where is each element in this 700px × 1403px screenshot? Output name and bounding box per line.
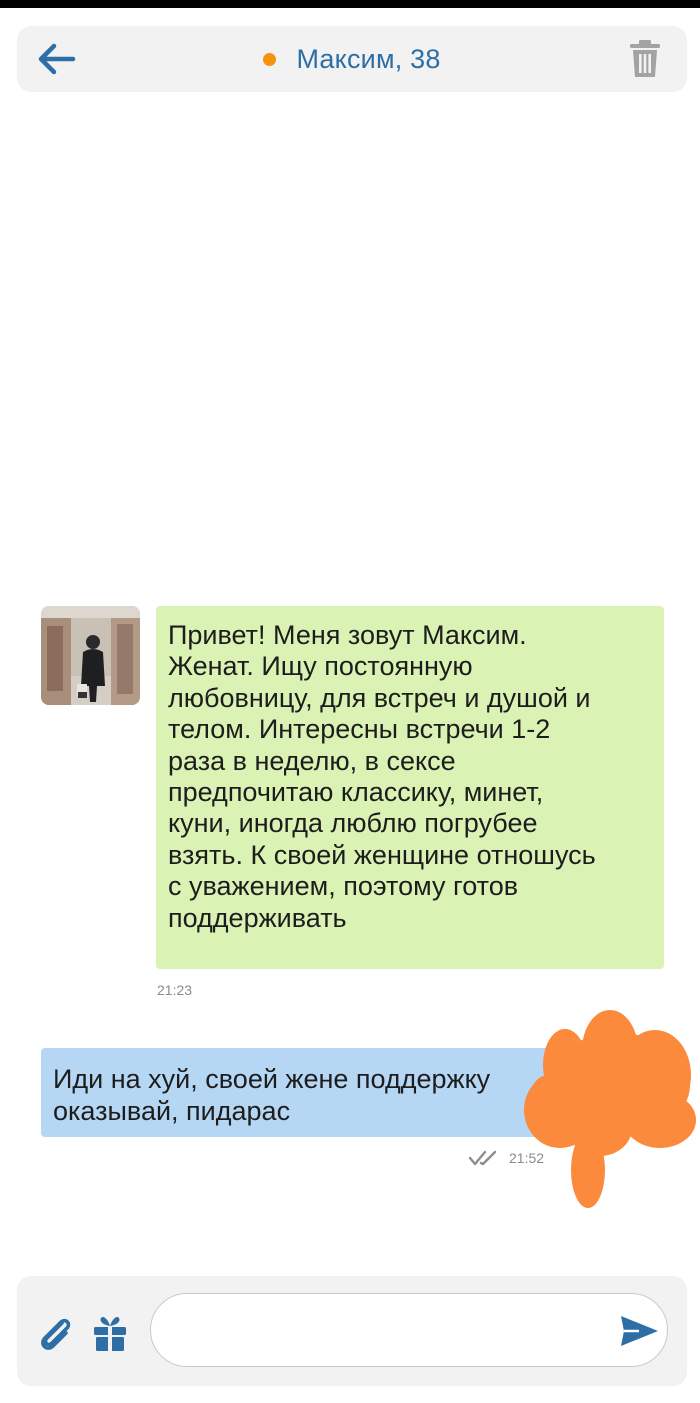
status-bar bbox=[0, 0, 700, 8]
chat-header: Максим, 38 bbox=[17, 26, 687, 92]
message-line: Иди на хуй, своей жене поддержку bbox=[53, 1064, 491, 1094]
gift-button[interactable] bbox=[89, 1313, 131, 1353]
outgoing-message-bubble[interactable]: Иди на хуй, своей жене поддержку оказыва… bbox=[41, 1048, 664, 1137]
incoming-message-bubble[interactable]: Привет! Меня зовут Максим. Женат. Ищу по… bbox=[156, 606, 664, 969]
message-line: раза в неделю, в сексе bbox=[168, 745, 456, 776]
outgoing-message-time: 21:52 bbox=[509, 1150, 545, 1166]
attach-button[interactable] bbox=[35, 1314, 77, 1354]
message-line: оказывай, пидарас bbox=[53, 1095, 291, 1126]
message-input[interactable] bbox=[150, 1293, 668, 1367]
avatar-photo bbox=[41, 606, 140, 705]
message-line: Женат. Ищу постоянную bbox=[168, 651, 473, 682]
sender-avatar[interactable] bbox=[41, 606, 140, 705]
chat-title[interactable]: Максим, 38 bbox=[296, 44, 440, 75]
incoming-message-time: 21:23 bbox=[157, 982, 193, 998]
message-line: любовницу, для встреч и душой и bbox=[168, 682, 591, 713]
chat-title-group: Максим, 38 bbox=[17, 26, 687, 92]
message-line: с уважением, поэтому готов bbox=[168, 871, 519, 902]
send-icon bbox=[621, 1316, 658, 1346]
message-line: куни, иногда люблю погрубее bbox=[168, 808, 538, 839]
message-line: телом. Интересны встречи 1-2 bbox=[168, 714, 551, 745]
message-line: предпочитаю классику, минет, bbox=[168, 777, 544, 808]
message-line: Привет! Меня зовут Максим. bbox=[168, 620, 527, 650]
trash-icon bbox=[630, 40, 660, 77]
gift-icon bbox=[94, 1316, 126, 1351]
message-line: взять. К своей женщине отношусь bbox=[168, 839, 596, 870]
paperclip-icon bbox=[41, 1318, 71, 1350]
delete-chat-button[interactable] bbox=[627, 39, 663, 79]
send-button[interactable] bbox=[617, 1311, 661, 1351]
double-check-icon bbox=[468, 1150, 497, 1166]
online-status-dot bbox=[263, 52, 277, 66]
message-composer bbox=[17, 1276, 687, 1386]
message-line: поддерживать bbox=[168, 902, 347, 933]
